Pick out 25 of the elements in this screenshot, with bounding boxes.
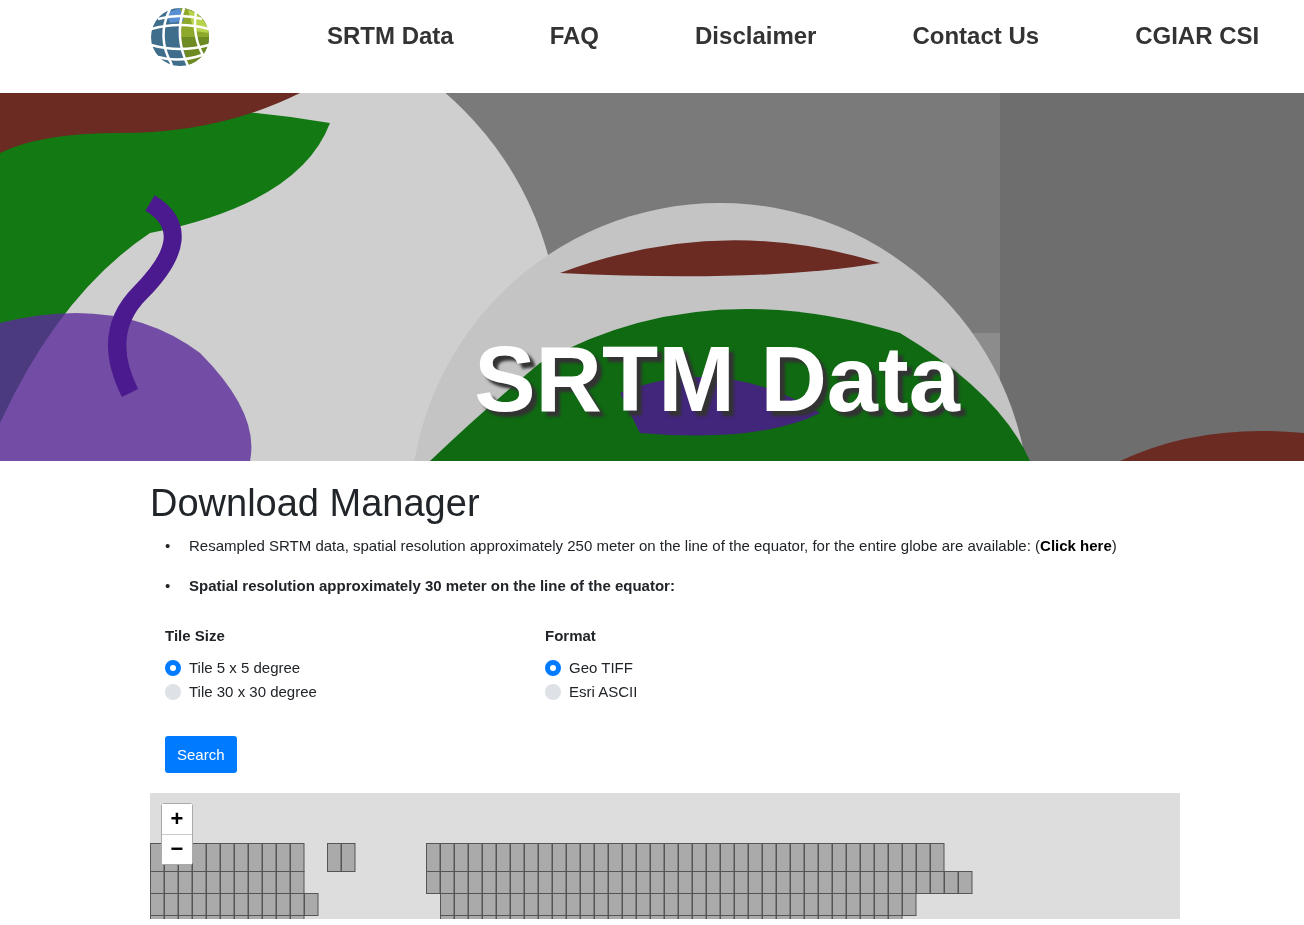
radio-label[interactable]: Tile 30 x 30 degree — [189, 683, 317, 701]
radio-button[interactable] — [165, 683, 181, 700]
radio-button[interactable] — [165, 659, 181, 676]
radio-label[interactable]: Esri ASCII — [569, 683, 638, 701]
option-label: Tile Size — [165, 626, 226, 644]
click-here-link[interactable]: Click here — [1040, 536, 1112, 554]
bullet-mark: • — [165, 576, 172, 595]
nav-link[interactable]: Contact Us — [912, 21, 1040, 50]
nav-link[interactable]: Disclaimer — [695, 21, 817, 50]
bullet-text: Spatial resolution approximately 30 meter on the line of the equator: — [189, 576, 675, 595]
nav-link[interactable]: FAQ — [549, 21, 600, 50]
globe-logo — [148, 6, 212, 67]
nav-link[interactable]: CGIAR CSI — [1135, 21, 1260, 50]
nav-link[interactable]: SRTM Data — [327, 21, 454, 50]
search-button[interactable]: Search — [165, 735, 237, 773]
radio-label[interactable]: Tile 5 x 5 degree — [189, 659, 301, 677]
bullet-mark: • — [165, 536, 172, 555]
bullet-text: Resampled SRTM data, spatial resolution approximately 250 meter on the line of the equator, for the entire globe are available: (Click here) — [189, 536, 1117, 555]
page-heading: Download Manager — [150, 483, 481, 525]
option-label: Format — [545, 626, 597, 644]
zoom-out-button[interactable]: − — [162, 833, 192, 864]
radio-button[interactable] — [545, 683, 561, 700]
radio-label[interactable]: Geo TIFF — [569, 659, 633, 677]
tile-grid-drawing[interactable] — [150, 842, 973, 919]
radio-button[interactable] — [545, 659, 561, 676]
